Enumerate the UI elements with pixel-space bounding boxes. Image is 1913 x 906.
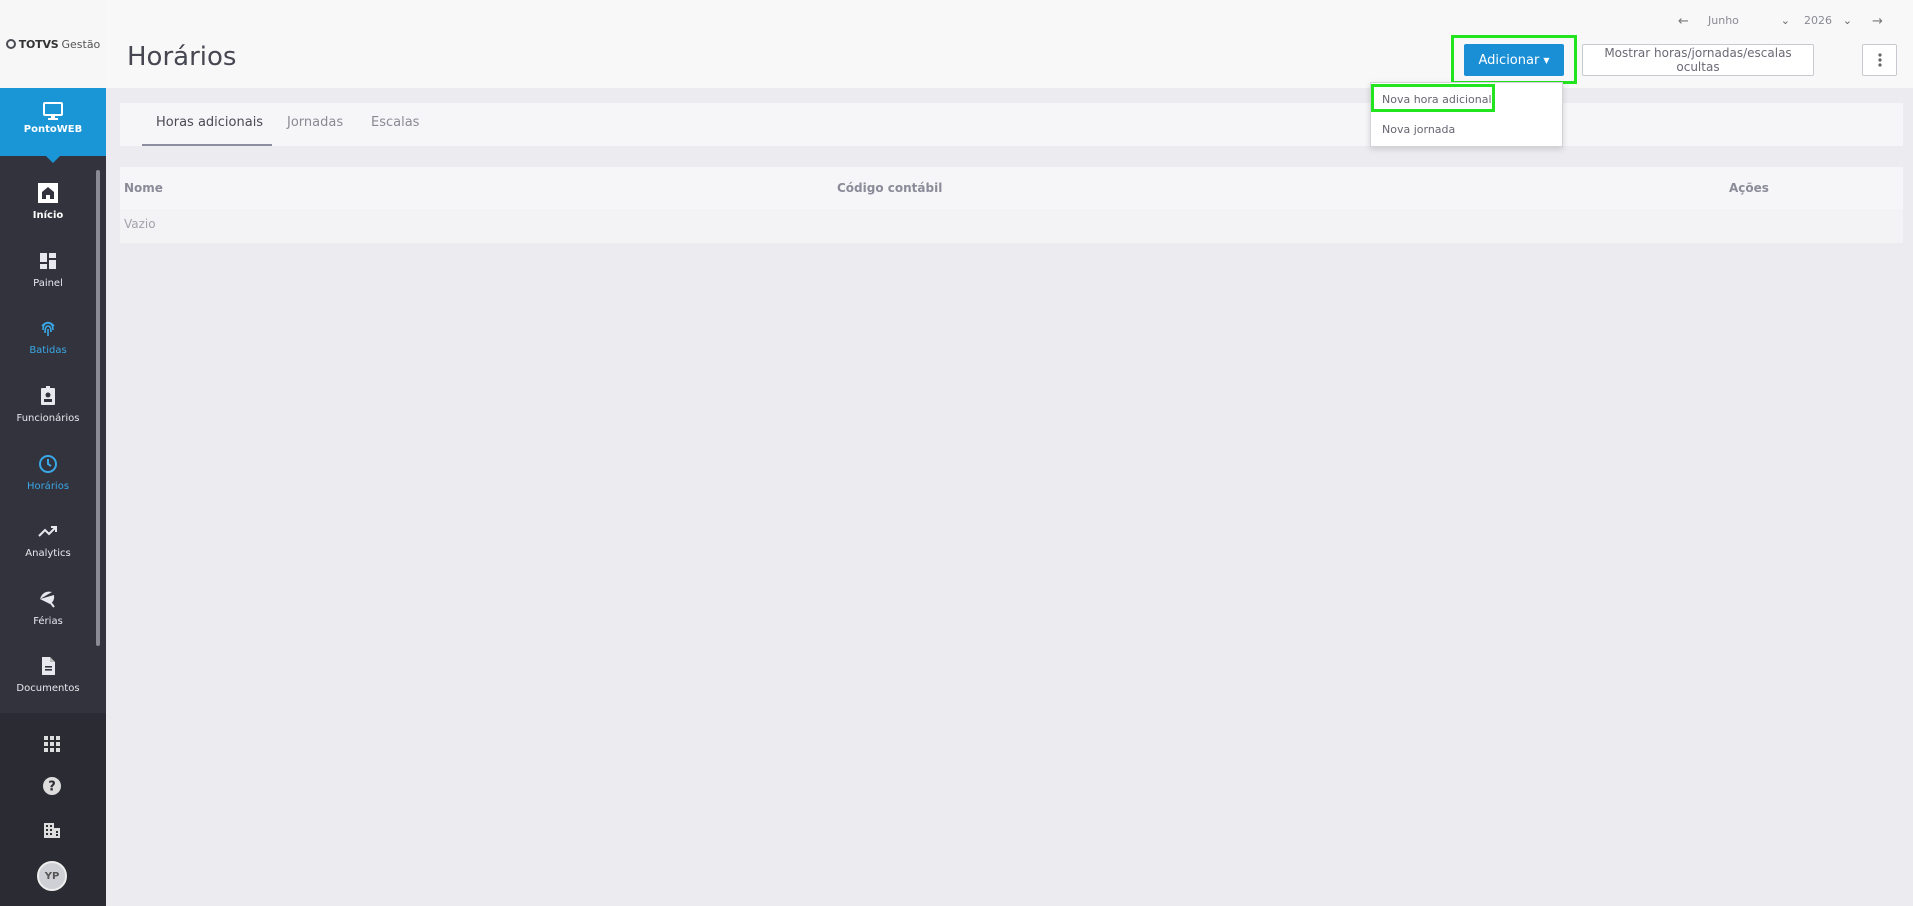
monitor-icon: [43, 102, 63, 120]
next-period-arrow-icon[interactable]: →: [1872, 14, 1883, 29]
year-value: 2026: [1804, 14, 1832, 27]
sidebar-item-inicio[interactable]: Início: [0, 168, 96, 236]
sidebar-item-label: Documentos: [16, 683, 80, 695]
menu-item-highlight: [1371, 84, 1495, 112]
tab-horas-adicionais[interactable]: Horas adicionais: [156, 115, 263, 130]
sidebar-item-ferias[interactable]: Férias: [0, 574, 96, 642]
user-avatar[interactable]: YP: [37, 861, 67, 891]
badge-icon: [41, 386, 55, 406]
sidebar-item-label: Painel: [33, 277, 63, 289]
add-button[interactable]: Adicionar ▼: [1464, 44, 1564, 76]
dashboard-icon: [40, 252, 56, 269]
sidebar-nav: Início Painel Batidas Funcionários Horár…: [0, 168, 96, 709]
trending-up-icon: [38, 526, 57, 537]
brand-logo[interactable]: TOTVS Gestão: [0, 0, 106, 88]
help-icon[interactable]: ?: [41, 775, 63, 797]
svg-text:?: ?: [48, 780, 56, 795]
module-indicator: [46, 156, 60, 163]
year-select[interactable]: 2026 ⌄: [1804, 14, 1852, 27]
beach-umbrella-icon: [40, 591, 55, 608]
apps-grid-icon[interactable]: [41, 733, 63, 755]
sidebar-item-label: Funcionários: [16, 413, 80, 425]
caret-down-icon: ▼: [1543, 55, 1550, 65]
home-icon: [38, 183, 58, 204]
column-header-acoes: Ações: [1729, 181, 1769, 195]
module-pontoweb[interactable]: PontoWEB: [0, 88, 106, 163]
active-tab-indicator: [142, 144, 272, 146]
more-vertical-icon: [1877, 53, 1882, 67]
fingerprint-icon: [41, 322, 55, 337]
sidebar-item-label: Analytics: [25, 548, 71, 560]
page-header: Horários ← Junho ⌄ 2026 ⌄ → Adicionar ▼ …: [106, 0, 1913, 88]
prev-period-arrow-icon[interactable]: ←: [1678, 14, 1689, 29]
chevron-down-icon: ⌄: [1780, 14, 1790, 27]
add-button-label: Adicionar: [1478, 52, 1540, 68]
document-icon: [42, 657, 55, 676]
empty-state-text: Vazio: [124, 217, 156, 231]
column-header-codigo-contabil[interactable]: Código contábil: [837, 181, 942, 195]
clock-icon: [39, 454, 57, 473]
data-table: Nome Código contábil Ações Vazio: [120, 167, 1903, 243]
sidebar-item-label: Início: [32, 210, 64, 222]
sidebar-item-label: Férias: [33, 615, 63, 627]
module-label: PontoWEB: [23, 124, 83, 135]
brand-name: TOTVS: [18, 37, 59, 51]
chevron-down-icon: ⌄: [1842, 14, 1852, 27]
more-options-button[interactable]: [1862, 44, 1897, 76]
tab-escalas[interactable]: Escalas: [371, 115, 419, 130]
sidebar-item-label: Horários: [26, 480, 70, 492]
sidebar-item-documentos[interactable]: Documentos: [0, 641, 96, 709]
table-row: [120, 209, 1903, 243]
page-title: Horários: [127, 42, 237, 72]
month-select[interactable]: Junho ⌄: [1708, 14, 1790, 27]
sidebar-item-batidas[interactable]: Batidas: [0, 303, 96, 371]
menu-item-nova-jornada[interactable]: Nova jornada: [1382, 123, 1455, 136]
sidebar: TOTVS Gestão PontoWEB Início Painel Bati…: [0, 0, 106, 906]
sidebar-item-analytics[interactable]: Analytics: [0, 506, 96, 574]
tab-jornadas[interactable]: Jornadas: [287, 115, 343, 130]
sidebar-item-horarios[interactable]: Horários: [0, 438, 96, 506]
month-value: Junho: [1708, 14, 1739, 27]
brand-product: Gestão: [61, 37, 101, 51]
column-header-nome[interactable]: Nome: [124, 181, 163, 195]
totvs-logo-icon: [5, 39, 16, 49]
tabs-bar: Horas adicionais Jornadas Escalas: [120, 103, 1903, 146]
sidebar-item-label: Batidas: [29, 345, 67, 357]
sidebar-item-painel[interactable]: Painel: [0, 236, 96, 304]
sidebar-item-funcionarios[interactable]: Funcionários: [0, 371, 96, 439]
sidebar-scrollbar[interactable]: [96, 170, 100, 646]
building-icon[interactable]: [41, 819, 63, 841]
show-hidden-button[interactable]: Mostrar horas/jornadas/escalas ocultas: [1582, 44, 1814, 76]
